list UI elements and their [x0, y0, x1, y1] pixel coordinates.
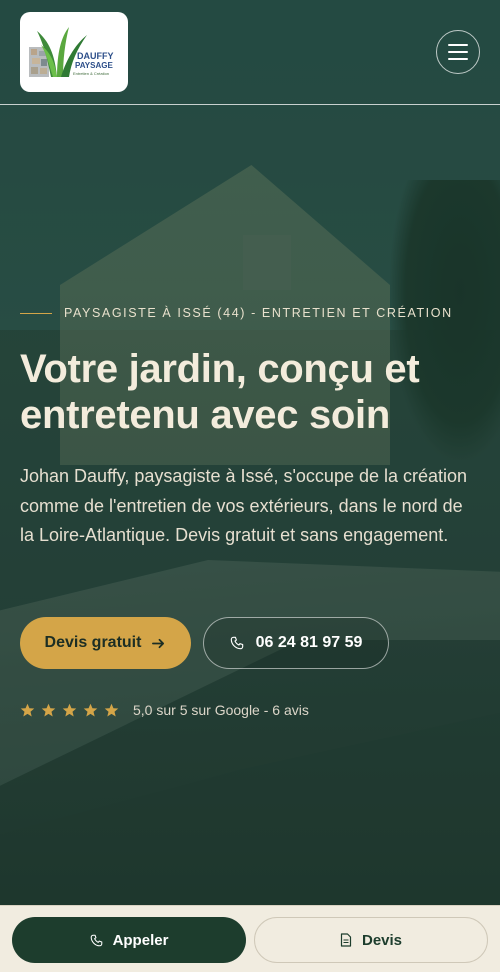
phone-icon [230, 636, 244, 650]
call-label: Appeler [112, 931, 169, 949]
eyebrow-line [20, 312, 52, 314]
menu-button[interactable] [436, 30, 480, 74]
site-header: DAUFFY PAYSAGE Entretien & Création [0, 0, 500, 105]
hero-description: Johan Dauffy, paysagiste à Issé, s'occup… [20, 466, 468, 545]
headline-line-1: Votre jardin, conçu et [20, 347, 420, 391]
star-icon [41, 703, 56, 716]
page-title: Votre jardin, conçu et entretenu avec so… [20, 346, 480, 438]
logo[interactable]: DAUFFY PAYSAGE Entretien & Création [20, 12, 128, 92]
hero-background [0, 0, 500, 905]
eyebrow: PAYSAGISTE À ISSÉ (44) - ENTRETIEN ET CR… [20, 306, 453, 320]
star-icon [20, 703, 35, 716]
google-rating: 5,0 sur 5 sur Google - 6 avis [20, 702, 309, 718]
phone-icon [90, 934, 103, 947]
arrow-right-icon [151, 636, 166, 651]
devis-label: Devis [361, 931, 403, 949]
document-icon [340, 933, 352, 947]
logo-subtext: PAYSAGE [75, 61, 113, 70]
headline-line-2: entretenu avec soin [20, 393, 390, 437]
phone-button[interactable]: 06 24 81 97 59 [203, 617, 389, 669]
phone-number: 06 24 81 97 59 [255, 634, 363, 651]
star-icon [83, 703, 98, 716]
logo-emblem-icon: DAUFFY PAYSAGE Entretien & Création [29, 27, 114, 77]
eyebrow-text: PAYSAGISTE À ISSÉ (44) - ENTRETIEN ET CR… [64, 306, 453, 320]
rating-text: 5,0 sur 5 sur Google - 6 avis [133, 702, 309, 718]
devis-gratuit-button[interactable]: Devis gratuit [20, 617, 191, 669]
star-icon [62, 703, 77, 716]
star-icon [104, 703, 119, 716]
bottom-action-bar: Appeler Devis [0, 905, 500, 972]
call-button[interactable]: Appeler [12, 917, 246, 963]
star-rating [20, 703, 119, 718]
hamburger-icon [448, 44, 468, 46]
devis-button[interactable]: Devis [254, 917, 488, 963]
logo-tagline: Entretien & Création [73, 71, 109, 76]
logo-text: DAUFFY [77, 51, 114, 61]
devis-gratuit-label: Devis gratuit [44, 634, 142, 651]
